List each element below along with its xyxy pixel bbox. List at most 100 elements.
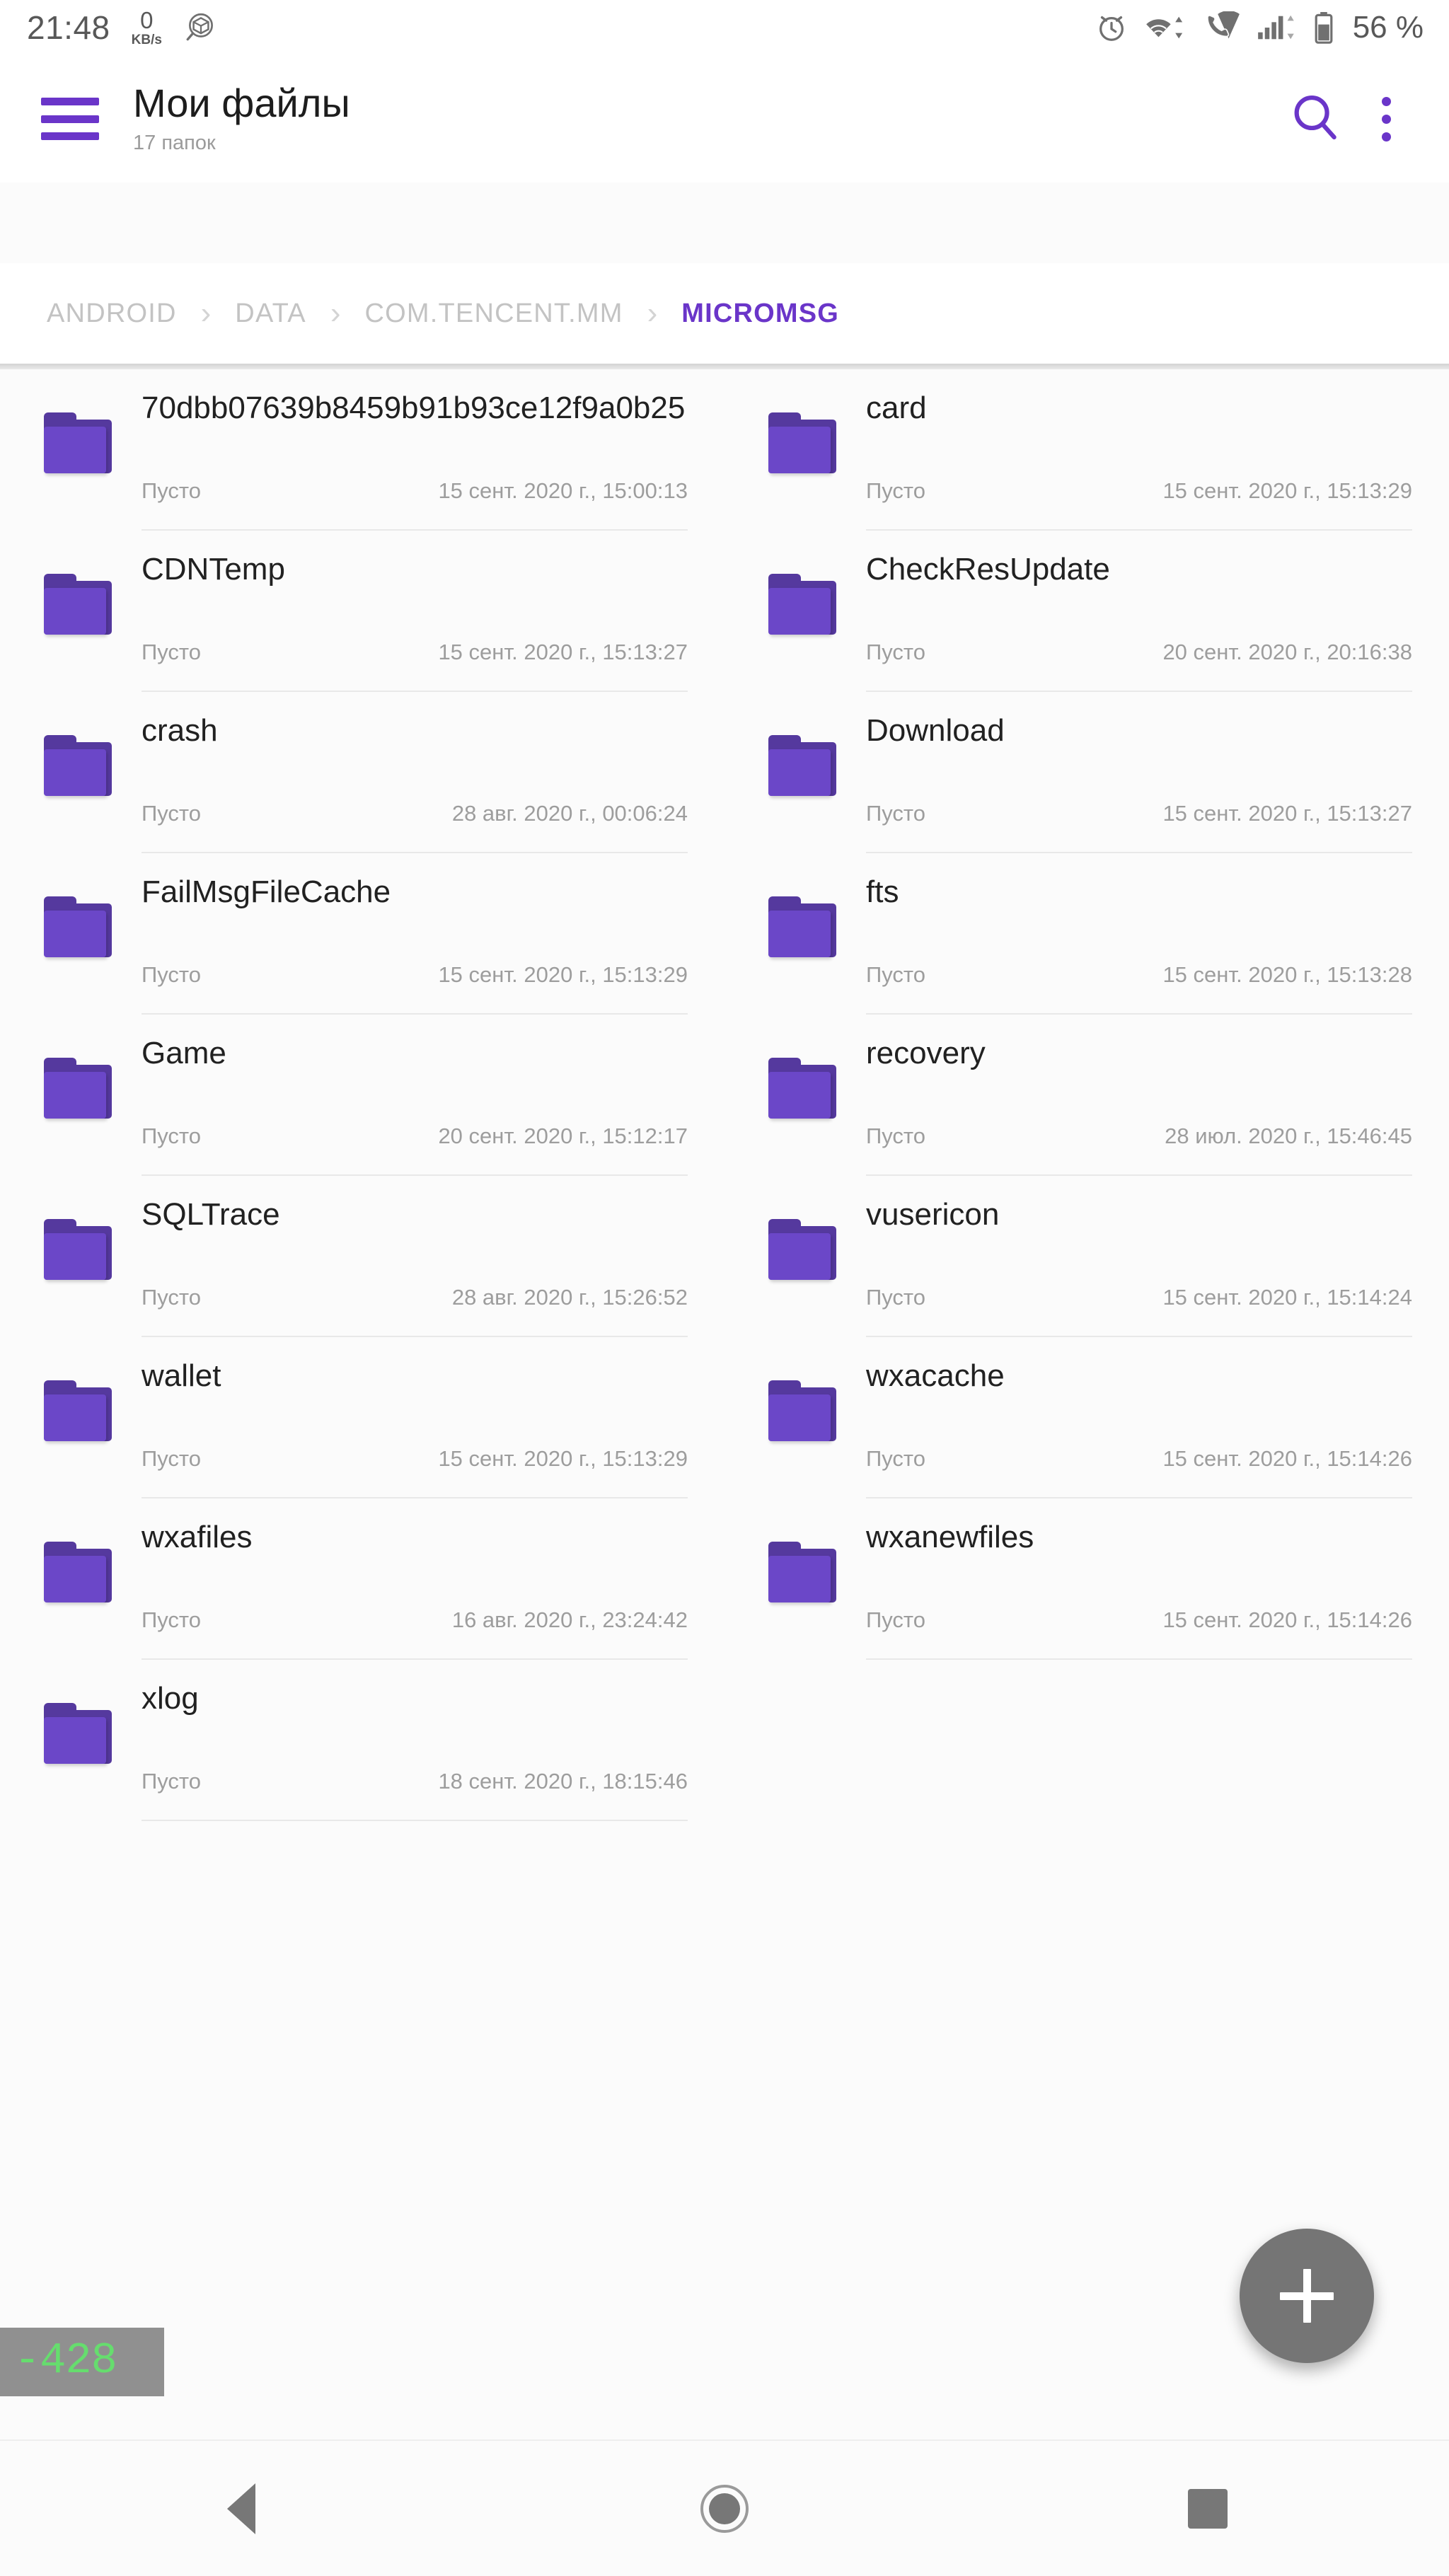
file-list-item[interactable]: wallet Пусто 15 сент. 2020 г., 15:13:29	[0, 1341, 724, 1503]
breadcrumb-item-com-tencent-mm[interactable]: COM.TENCENT.MM	[364, 299, 623, 329]
file-name: fts	[866, 874, 899, 909]
add-button[interactable]	[1240, 2229, 1374, 2363]
file-list-item[interactable]: wxacache Пусто 15 сент. 2020 г., 15:14:26	[724, 1341, 1449, 1503]
file-date: 16 авг. 2020 г., 23:24:42	[451, 1607, 688, 1632]
folder-icon	[44, 896, 113, 957]
folder-icon	[44, 574, 113, 635]
file-meta: Пусто 15 сент. 2020 г., 15:13:29	[142, 1446, 688, 1472]
file-list-item[interactable]: recovery Пусто 28 июл. 2020 г., 15:46:45	[724, 1019, 1449, 1180]
file-meta: Пусто 15 сент. 2020 г., 15:13:27	[866, 801, 1412, 826]
file-item-text: Download Пусто 15 сент. 2020 г., 15:13:27	[866, 696, 1449, 857]
file-date: 15 сент. 2020 г., 15:00:13	[438, 478, 688, 503]
row-divider	[142, 1658, 688, 1660]
android-navigation-bar	[0, 2439, 1449, 2576]
page-title: Мои файлы	[133, 80, 350, 125]
folder-icon	[44, 1058, 113, 1119]
file-list-item[interactable]: Game Пусто 20 сент. 2020 г., 15:12:17	[0, 1019, 724, 1180]
file-meta: Пусто 15 сент. 2020 г., 15:14:24	[866, 1285, 1412, 1310]
file-list-item[interactable]: SQLTrace Пусто 28 авг. 2020 г., 15:26:52	[0, 1180, 724, 1341]
network-speed-unit: KB/s	[131, 33, 162, 47]
breadcrumb-item-data[interactable]: DATA	[235, 299, 306, 329]
file-list-item[interactable]: card Пусто 15 сент. 2020 г., 15:13:29	[724, 374, 1449, 535]
file-size: Пусто	[142, 1285, 202, 1310]
file-date: 15 сент. 2020 г., 15:13:27	[438, 640, 688, 664]
row-divider	[866, 1336, 1412, 1337]
nav-home-button[interactable]	[654, 2440, 795, 2576]
file-size: Пусто	[142, 1607, 202, 1632]
nav-back-button[interactable]	[171, 2440, 312, 2576]
file-name: Game	[142, 1036, 226, 1070]
file-list-item[interactable]: CheckResUpdate Пусто 20 сент. 2020 г., 20:…	[724, 535, 1449, 696]
file-meta: Пусто 15 сент. 2020 г., 15:14:26	[866, 1607, 1412, 1633]
row-divider	[866, 691, 1412, 692]
row-divider	[866, 852, 1412, 853]
file-date: 15 сент. 2020 г., 15:14:26	[1162, 1446, 1412, 1471]
file-item-text: Game Пусто 20 сент. 2020 г., 15:12:17	[142, 1019, 724, 1180]
row-divider	[142, 1336, 688, 1337]
file-size: Пусто	[866, 962, 926, 987]
file-list-item[interactable]: FailMsgFileCache Пусто 15 сент. 2020 г., 1…	[0, 857, 724, 1019]
file-item-text: CDNTemp Пусто 15 сент. 2020 г., 15:13:27	[142, 535, 724, 696]
file-item-text: wxacache Пусто 15 сент. 2020 г., 15:14:26	[866, 1341, 1449, 1503]
phone-screen: 21:48 0 KB/s 56 % Мои файлы 17 папок AND…	[0, 0, 1449, 2576]
file-grid: 70dbb07639b8459b91b93ce12f9a0b25 Пусто 15 …	[0, 369, 1449, 2478]
file-date: 15 сент. 2020 г., 15:13:27	[1162, 801, 1412, 826]
file-item-text: wallet Пусто 15 сент. 2020 г., 15:13:29	[142, 1341, 724, 1503]
file-list-item[interactable]: xlog Пусто 18 сент. 2020 г., 18:15:46	[0, 1664, 724, 1825]
folder-icon	[44, 735, 113, 796]
folder-icon	[44, 1542, 113, 1602]
file-meta: Пусто 20 сент. 2020 г., 20:16:38	[866, 640, 1412, 665]
file-list-item[interactable]: 70dbb07639b8459b91b93ce12f9a0b25 Пусто 15 …	[0, 374, 724, 535]
signal-icon	[1257, 11, 1298, 44]
file-name: SQLTrace	[142, 1197, 280, 1232]
overflow-menu-button[interactable]	[1354, 80, 1418, 158]
file-date: 28 авг. 2020 г., 00:06:24	[451, 801, 688, 826]
search-button[interactable]	[1276, 80, 1354, 158]
file-size: Пусто	[866, 1446, 926, 1471]
hamburger-menu-icon[interactable]	[41, 98, 99, 140]
row-divider	[866, 1497, 1412, 1498]
status-bar-clock: 21:48	[27, 9, 110, 46]
file-size: Пусто	[142, 1124, 202, 1148]
file-meta: Пусто 15 сент. 2020 г., 15:13:29	[866, 478, 1412, 504]
row-divider	[142, 691, 688, 692]
breadcrumb-item-micromsg[interactable]: MICROMSG	[681, 299, 839, 329]
row-divider	[142, 852, 688, 853]
file-item-text: wxanewfiles Пусто 15 сент. 2020 г., 15:14:…	[866, 1503, 1449, 1664]
file-name: card	[866, 391, 927, 425]
more-vertical-icon-dot	[1381, 96, 1391, 106]
file-date: 28 июл. 2020 г., 15:46:45	[1165, 1124, 1412, 1148]
file-name: Download	[866, 713, 1005, 748]
file-list-item[interactable]: crash Пусто 28 авг. 2020 г., 00:06:24	[0, 696, 724, 857]
file-list-item[interactable]: fts Пусто 15 сент. 2020 г., 15:13:28	[724, 857, 1449, 1019]
file-list-item[interactable]: wxafiles Пусто 16 авг. 2020 г., 23:24:42	[0, 1503, 724, 1664]
battery-icon	[1313, 11, 1334, 45]
file-date: 20 сент. 2020 г., 20:16:38	[1162, 640, 1412, 664]
folder-icon	[768, 1542, 838, 1602]
file-list-item[interactable]: CDNTemp Пусто 15 сент. 2020 г., 15:13:27	[0, 535, 724, 696]
file-item-text: recovery Пусто 28 июл. 2020 г., 15:46:45	[866, 1019, 1449, 1180]
file-size: Пусто	[866, 1124, 926, 1148]
file-meta: Пусто 28 авг. 2020 г., 00:06:24	[142, 801, 688, 826]
file-item-text: 70dbb07639b8459b91b93ce12f9a0b25 Пусто 15 …	[142, 374, 724, 535]
row-divider	[866, 1013, 1412, 1015]
file-item-text: crash Пусто 28 авг. 2020 г., 00:06:24	[142, 696, 724, 857]
file-list-item[interactable]: wxanewfiles Пусто 15 сент. 2020 г., 15:14:…	[724, 1503, 1449, 1664]
more-vertical-icon-dot	[1381, 114, 1391, 124]
file-list-item[interactable]: Download Пусто 15 сент. 2020 г., 15:13:27	[724, 696, 1449, 857]
file-item-text: fts Пусто 15 сент. 2020 г., 15:13:28	[866, 857, 1449, 1019]
breadcrumb-item-android[interactable]: ANDROID	[47, 299, 177, 329]
file-size: Пусто	[866, 1285, 926, 1310]
row-divider	[142, 1820, 688, 1821]
file-date: 18 сент. 2020 г., 18:15:46	[438, 1769, 688, 1794]
overlay-counter-badge: -428	[0, 2328, 164, 2397]
alarm-icon	[1095, 11, 1128, 44]
file-size: Пусто	[866, 478, 926, 503]
file-list-item[interactable]: vusericon Пусто 15 сент. 2020 г., 15:14:24	[724, 1180, 1449, 1341]
breadcrumb[interactable]: ANDROID › DATA › COM.TENCENT.MM › MICROMSG	[0, 263, 1449, 364]
file-size: Пусто	[866, 1607, 926, 1632]
row-divider	[866, 1174, 1412, 1176]
file-meta: Пусто 15 сент. 2020 г., 15:00:13	[142, 478, 688, 504]
nav-recents-button[interactable]	[1137, 2440, 1278, 2576]
file-meta: Пусто 20 сент. 2020 г., 15:12:17	[142, 1124, 688, 1149]
